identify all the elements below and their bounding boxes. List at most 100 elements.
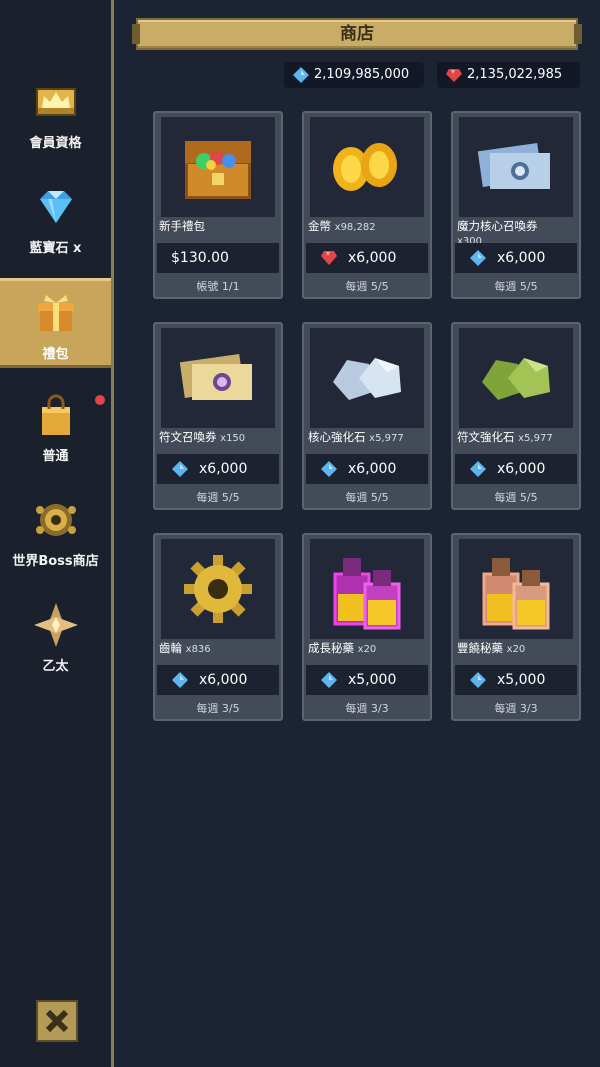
shop-item-rune-stone[interactable]: 符文強化石 x5,977 x6,000 每週 5/5 [451,322,581,510]
item-image [459,539,573,639]
diamond-icon [39,191,72,223]
price-button[interactable]: x6,000 [157,665,279,695]
sidebar-item-label: 世界Boss商店 [12,554,99,569]
gear-icon [184,555,252,623]
item-image [310,539,424,639]
blue-gem-icon [172,461,188,477]
sidebar-item-membership[interactable]: 會員資格 [0,70,111,160]
price-button[interactable]: x6,000 [455,243,577,273]
blue-gem-icon [321,672,337,688]
item-name: 符文強化石 x5,977 [457,430,553,444]
price-button[interactable]: x5,000 [306,665,428,695]
purchase-limit: 每週 5/5 [494,491,538,504]
price-button[interactable]: x5,000 [455,665,577,695]
rune-stone-icon [482,358,550,400]
shop-item-starter-pack[interactable]: 新手禮包 $130.00 帳號 1/1 [153,111,283,299]
price-button[interactable]: x6,000 [306,454,428,484]
item-name: 齒輪 x836 [159,641,211,655]
gold-coins-icon [333,143,397,191]
notification-dot [95,395,105,405]
rune-ticket-icon [179,353,252,400]
item-image [161,328,275,428]
purchase-limit: 每週 3/3 [345,702,389,715]
price-label: x6,000 [199,672,248,688]
sidebar-item-label: 普通 [42,449,69,464]
red-gem-icon [321,251,337,265]
core-stone-icon [333,358,401,400]
blue-gem-icon [470,461,486,477]
banner-cap-left [132,24,140,44]
price-label: x6,000 [497,250,546,266]
price-label: x6,000 [497,461,546,477]
shop-item-abundance-potion[interactable]: 豐饒秘藥 x20 x5,000 每週 3/3 [451,533,581,721]
price-label: x6,000 [199,461,248,477]
blue-gem-icon [470,250,486,266]
sidebar-item-label: 藍寶石 x [29,241,82,256]
purchase-limit: 帳號 1/1 [196,280,240,293]
price-button[interactable]: $130.00 [157,243,279,273]
item-name: 新手禮包 [159,219,205,233]
price-label: x5,000 [348,672,397,688]
shop-item-core-stone[interactable]: 核心強化石 x5,977 x6,000 每週 5/5 [302,322,432,510]
ether-star-icon [33,603,78,647]
item-image [161,539,275,639]
shop-item-mana-core-ticket[interactable]: 魔力核心召喚券 x300 x6,000 每週 5/5 [451,111,581,299]
shop-title-banner: 商店 [132,18,582,50]
sidebar-item-gift-pack[interactable]: 禮包 [0,278,111,368]
boss-emblem-icon [35,504,76,536]
sidebar-item-label: 乙太 [42,659,69,674]
item-name: 成長秘藥 x20 [308,641,377,655]
sidebar-item-world-boss-shop[interactable]: 世界Boss商店 [0,488,111,578]
purchase-limit: 每週 3/5 [196,702,240,715]
banner-cap-right [574,24,582,44]
shopping-bag-icon [41,394,70,435]
crown-icon [35,88,76,116]
sidebar-item-sapphire[interactable]: 藍寶石 x [0,175,111,265]
growth-potion-icon [333,558,401,630]
item-name: 金幣 x98,282 [308,219,376,233]
item-name: 核心強化石 x5,977 [308,430,404,444]
blue-gem-icon [470,672,486,688]
item-image [310,117,424,217]
item-name: 豐饒秘藥 x20 [457,641,526,655]
page-title: 商店 [340,24,374,44]
price-label: x6,000 [348,250,397,266]
close-icon [45,1009,69,1033]
blue-gem-icon [293,67,309,83]
shop-item-rune-ticket[interactable]: 符文召喚券 x150 x6,000 每週 5/5 [153,322,283,510]
treasure-chest-icon [185,141,251,199]
item-image [459,328,573,428]
price-label: $130.00 [171,250,229,266]
item-image [161,117,275,217]
blue-gem-icon [172,672,188,688]
category-sidebar: 會員資格 藍寶石 x 禮包 普通 世界Boss商店 乙太 [0,0,114,1067]
blue-gem-balance: 2,109,985,000 [284,62,424,88]
red-gem-balance: 2,135,022,985 [437,62,580,88]
summon-ticket-icon [477,142,550,189]
item-image [459,117,573,217]
abundance-potion-icon [482,558,550,630]
price-label: x5,000 [497,672,546,688]
purchase-limit: 每週 5/5 [345,280,389,293]
purchase-limit: 每週 5/5 [345,491,389,504]
sidebar-item-normal[interactable]: 普通 [0,383,111,473]
close-button[interactable] [36,1000,78,1042]
price-button[interactable]: x6,000 [455,454,577,484]
price-button[interactable]: x6,000 [157,454,279,484]
purchase-limit: 每週 5/5 [494,280,538,293]
blue-gem-icon [321,461,337,477]
shop-item-gold[interactable]: 金幣 x98,282 x6,000 每週 5/5 [302,111,432,299]
purchase-limit: 每週 3/3 [494,702,538,715]
shop-item-gear[interactable]: 齒輪 x836 x6,000 每週 3/5 [153,533,283,721]
item-image [310,328,424,428]
price-label: x6,000 [348,461,397,477]
gift-icon [37,295,74,331]
red-gem-icon [446,69,462,82]
sidebar-item-label: 會員資格 [29,136,82,151]
sidebar-item-ether[interactable]: 乙太 [0,593,111,683]
sidebar-item-label: 禮包 [42,347,69,362]
purchase-limit: 每週 5/5 [196,491,240,504]
shop-item-growth-potion[interactable]: 成長秘藥 x20 x5,000 每週 3/3 [302,533,432,721]
price-button[interactable]: x6,000 [306,243,428,273]
item-name: 符文召喚券 x150 [159,430,246,444]
